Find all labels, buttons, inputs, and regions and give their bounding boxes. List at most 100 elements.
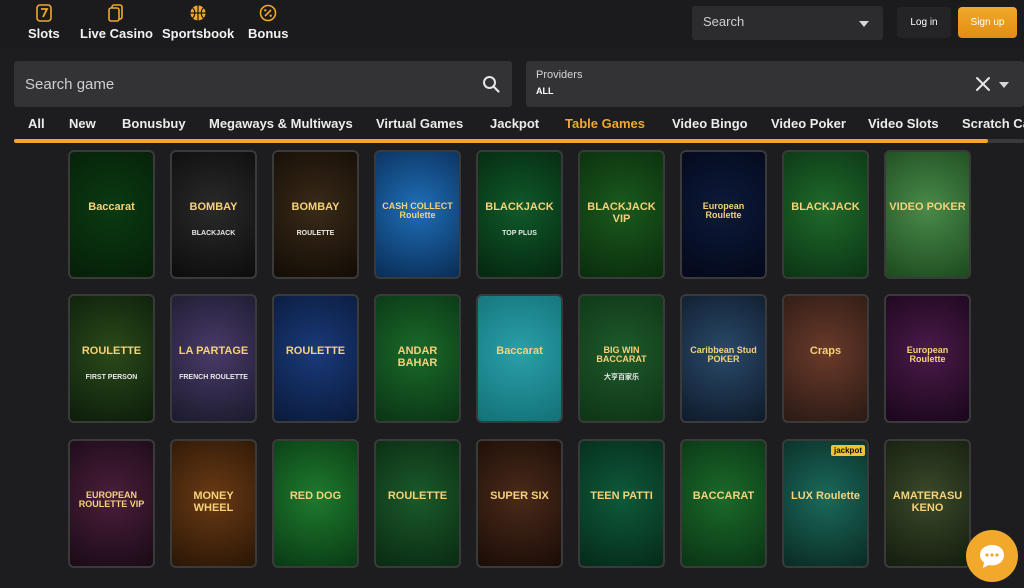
game-title: SUPER SIX: [490, 490, 549, 502]
game-title: European Roulette: [702, 201, 745, 221]
percent-badge-icon: [259, 4, 277, 22]
search-icon[interactable]: [482, 75, 500, 93]
game-title: ANDAR BAHAR: [397, 345, 438, 369]
category-tabs: All New Bonusbuy Megaways & Multiways Vi…: [0, 108, 1024, 142]
game-title: Baccarat: [496, 345, 543, 357]
tab-scratch-cards[interactable]: Scratch Ca: [962, 116, 1024, 131]
tab-bonusbuy[interactable]: Bonusbuy: [122, 116, 186, 131]
game-title: TEEN PATTI: [590, 490, 653, 502]
chevron-down-icon[interactable]: [999, 82, 1009, 88]
providers-value: ALL: [536, 86, 554, 96]
game-title: BLACKJACK: [791, 201, 860, 213]
tab-jackpot[interactable]: Jackpot: [490, 116, 539, 131]
game-subtitle: BLACKJACK: [191, 230, 236, 237]
game-title: BLACKJACK: [485, 201, 554, 213]
game-tile[interactable]: ROULETTE: [272, 294, 359, 423]
game-title: BACCARAT: [692, 490, 755, 502]
game-subtitle: 大亨百家乐: [604, 374, 639, 381]
game-tile[interactable]: BACCARAT: [680, 439, 767, 568]
game-title: BIG WIN BACCARAT: [596, 345, 647, 365]
game-subtitle: ROULETTE: [296, 230, 335, 237]
game-tile[interactable]: Baccarat: [476, 294, 563, 423]
game-subtitle: TOP PLUS: [502, 230, 537, 237]
game-tile[interactable]: Craps: [782, 294, 869, 423]
signup-button[interactable]: Sign up: [958, 7, 1017, 38]
jackpot-badge: jackpot: [830, 445, 865, 456]
game-title: RED DOG: [289, 490, 342, 502]
game-tile[interactable]: Baccarat: [68, 150, 155, 279]
nav-item-slots[interactable]: Slots: [28, 4, 60, 41]
game-search-input[interactable]: Search game: [14, 61, 512, 107]
game-tile[interactable]: European Roulette: [884, 294, 971, 423]
cards-icon: [108, 4, 124, 22]
game-tile[interactable]: SUPER SIX: [476, 439, 563, 568]
game-tile[interactable]: Caribbean Stud POKER: [680, 294, 767, 423]
nav-item-sportsbook[interactable]: Sportsbook: [162, 4, 234, 41]
game-title: Craps: [809, 345, 842, 357]
game-title: ROULETTE: [285, 345, 346, 357]
nav-label: Bonus: [248, 26, 289, 41]
game-title: Baccarat: [88, 201, 135, 213]
tab-table-games[interactable]: Table Games: [565, 116, 645, 131]
game-tile[interactable]: BLACKJACK TOP PLUS: [476, 150, 563, 279]
close-icon[interactable]: [973, 74, 993, 94]
game-title: LA PARTAGE: [178, 345, 249, 357]
tabs-scrollbar-thumb[interactable]: [14, 139, 988, 143]
nav-item-bonus[interactable]: Bonus: [248, 4, 288, 41]
game-title: VIDEO POKER: [889, 201, 966, 213]
game-tile[interactable]: LUX Roulette jackpot: [782, 439, 869, 568]
game-tile[interactable]: VIDEO POKER: [884, 150, 971, 279]
top-search-select[interactable]: Search: [692, 6, 883, 40]
game-title: AMATERASU KENO: [892, 490, 963, 514]
providers-select[interactable]: Providers ALL: [526, 61, 1024, 107]
game-title: BOMBAY: [291, 201, 340, 213]
tab-megaways[interactable]: Megaways & Multiways: [209, 116, 353, 131]
top-navigation: Slots Live Casino Sportsbook Bonus Searc…: [0, 0, 1024, 48]
tab-video-poker[interactable]: Video Poker: [771, 116, 846, 131]
game-title: EUROPEAN ROULETTE VIP: [78, 490, 145, 510]
game-tile[interactable]: EUROPEAN ROULETTE VIP: [68, 439, 155, 568]
tab-new[interactable]: New: [69, 116, 96, 131]
game-tile[interactable]: TEEN PATTI: [578, 439, 665, 568]
game-title: BLACKJACK VIP: [587, 201, 656, 225]
tab-virtual-games[interactable]: Virtual Games: [376, 116, 463, 131]
game-tile[interactable]: AMATERASU KENO: [884, 439, 971, 568]
game-title: ROULETTE: [387, 490, 448, 502]
tab-all[interactable]: All: [28, 116, 45, 131]
providers-label: Providers: [536, 69, 583, 81]
game-tile[interactable]: BOMBAY BLACKJACK: [170, 150, 257, 279]
game-tile[interactable]: MONEY WHEEL: [170, 439, 257, 568]
game-tile[interactable]: ROULETTE: [374, 439, 461, 568]
game-title: MONEY WHEEL: [193, 490, 234, 514]
game-tile[interactable]: BLACKJACK VIP: [578, 150, 665, 279]
tab-video-bingo[interactable]: Video Bingo: [672, 116, 748, 131]
nav-label: Slots: [28, 26, 60, 41]
game-title: ROULETTE: [81, 345, 142, 357]
game-search-placeholder: Search game: [25, 76, 115, 93]
game-tile[interactable]: ROULETTE FIRST PERSON: [68, 294, 155, 423]
game-title: European Roulette: [906, 345, 949, 365]
game-tile[interactable]: RED DOG: [272, 439, 359, 568]
game-title: Caribbean Stud POKER: [690, 345, 757, 365]
game-title: LUX Roulette: [790, 490, 861, 502]
nav-label: Live Casino: [80, 26, 153, 41]
tab-video-slots[interactable]: Video Slots: [868, 116, 939, 131]
chat-bubble-icon: [980, 545, 1004, 568]
game-tile[interactable]: BOMBAY ROULETTE: [272, 150, 359, 279]
game-title: BOMBAY: [189, 201, 238, 213]
game-tile[interactable]: ANDAR BAHAR: [374, 294, 461, 423]
game-tile[interactable]: BLACKJACK: [782, 150, 869, 279]
game-tile[interactable]: European Roulette: [680, 150, 767, 279]
game-tile[interactable]: CASH COLLECT Roulette: [374, 150, 461, 279]
chat-button[interactable]: [966, 530, 1018, 582]
game-tile[interactable]: LA PARTAGE FRENCH ROULETTE: [170, 294, 257, 423]
game-subtitle: FIRST PERSON: [85, 374, 138, 381]
nav-item-live-casino[interactable]: Live Casino: [80, 4, 153, 41]
game-title: CASH COLLECT Roulette: [382, 201, 453, 221]
game-tile[interactable]: BIG WIN BACCARAT 大亨百家乐: [578, 294, 665, 423]
seven-icon: [36, 4, 52, 22]
top-search-label: Search: [703, 14, 745, 29]
nav-label: Sportsbook: [162, 26, 235, 41]
login-button[interactable]: Log in: [897, 7, 951, 38]
basketball-icon: [190, 5, 206, 21]
